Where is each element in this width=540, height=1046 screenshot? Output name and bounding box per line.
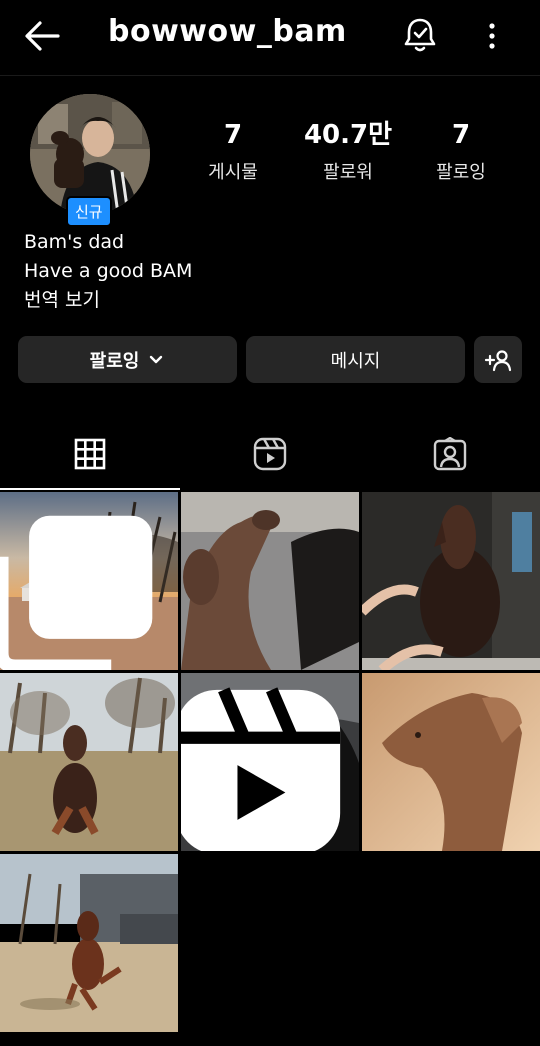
stat-label: 팔로잉 — [436, 162, 486, 183]
add-user-button[interactable] — [474, 336, 522, 383]
stat-value: 7 — [223, 120, 243, 150]
top-bar: bowwow_bam — [0, 0, 540, 76]
bell-check-icon[interactable] — [402, 16, 438, 56]
profile-tabs — [0, 420, 540, 490]
stat-followers[interactable]: 40.7만 팔로워 — [293, 120, 403, 184]
tab-reels[interactable] — [180, 420, 360, 488]
stat-value: 7 — [451, 120, 471, 150]
post-thumbnail[interactable] — [0, 854, 178, 1032]
chevron-down-icon — [150, 355, 163, 363]
stat-value: 40.7만 — [303, 120, 393, 150]
arrow-left-icon[interactable] — [22, 18, 62, 54]
post-thumbnail[interactable] — [362, 673, 540, 851]
post-thumbnail[interactable] — [181, 673, 359, 851]
following-label: 팔로잉 — [89, 350, 140, 372]
translate-link[interactable]: 번역 보기 — [24, 286, 192, 315]
post-thumbnail[interactable] — [362, 492, 540, 670]
post-image — [362, 492, 540, 670]
tab-tagged[interactable] — [360, 420, 540, 488]
post-thumbnail[interactable] — [0, 492, 178, 670]
post-thumbnail[interactable] — [0, 673, 178, 851]
message-label: 메시지 — [330, 350, 381, 372]
more-vertical-icon[interactable] — [478, 18, 506, 54]
stat-label: 팔로워 — [323, 162, 373, 183]
new-badge: 신규 — [66, 196, 112, 227]
stat-label: 게시물 — [208, 162, 258, 183]
stat-posts[interactable]: 7 게시물 — [178, 120, 288, 184]
tagged-person-icon — [433, 437, 467, 471]
following-button[interactable]: 팔로잉 — [18, 336, 237, 383]
stat-following[interactable]: 7 팔로잉 — [406, 120, 516, 184]
person-add-icon — [484, 349, 512, 371]
reel-indicator-icon — [181, 687, 341, 851]
post-thumbnail[interactable] — [181, 492, 359, 670]
profile-username: bowwow_bam — [108, 14, 347, 49]
reels-icon — [253, 437, 287, 471]
post-image — [181, 492, 359, 670]
bio-line: Bam's dad — [24, 231, 125, 253]
message-button[interactable]: 메시지 — [246, 336, 465, 383]
post-image — [0, 673, 178, 851]
grid-icon — [74, 438, 106, 470]
profile-bio: Bam's dad Have a good BAM 번역 보기 — [24, 228, 192, 315]
tab-grid[interactable] — [0, 420, 180, 490]
post-image — [0, 854, 178, 1032]
post-image — [362, 673, 540, 851]
carousel-icon — [0, 515, 153, 670]
bio-line: Have a good BAM — [24, 260, 193, 282]
